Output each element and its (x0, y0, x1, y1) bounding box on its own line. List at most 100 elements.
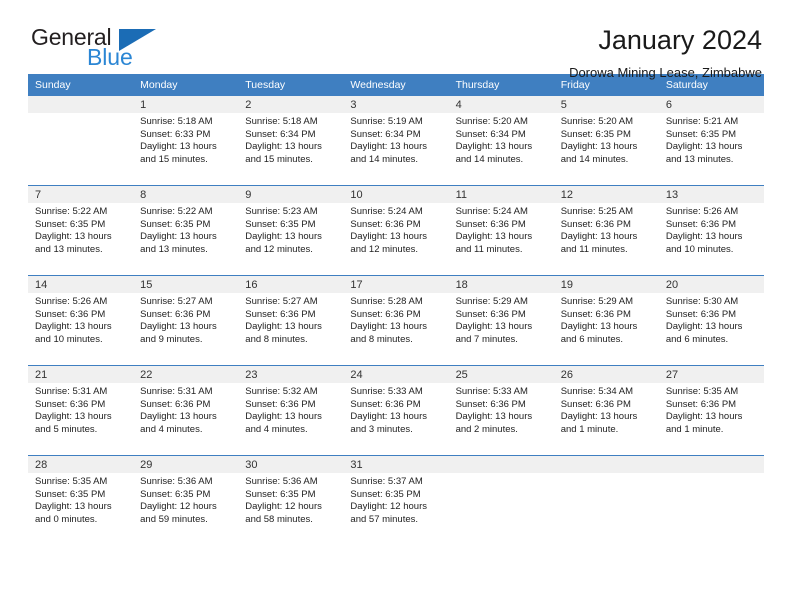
sunset-time: Sunset: 6:35 PM (350, 488, 421, 500)
day-details: Sunrise: 5:23 AM Sunset: 6:35 PM Daylight:… (238, 203, 343, 256)
calendar-day-cell[interactable]: 15 Sunrise: 5:27 AM Sunset: 6:36 PM Dayligh… (133, 276, 239, 365)
calendar-day-cell[interactable]: 20 Sunrise: 5:30 AM Sunset: 6:36 PM Dayligh… (658, 276, 764, 365)
daylight-duration-line2: and 11 minutes. (455, 243, 523, 255)
calendar-day-cell[interactable]: 8 Sunrise: 5:22 AM Sunset: 6:35 PM Daylight… (133, 186, 239, 275)
sunrise-time: Sunrise: 5:34 AM (560, 386, 634, 397)
day-details: Sunrise: 5:33 AM Sunset: 6:36 PM Daylight:… (343, 383, 448, 436)
daylight-duration-line2: and 14 minutes. (455, 153, 524, 165)
sunset-time: Sunset: 6:36 PM (665, 218, 737, 230)
calendar-day-cell[interactable]: 7 Sunrise: 5:22 AM Sunset: 6:35 PM Daylight… (28, 186, 134, 275)
calendar-day-cell[interactable]: 27 Sunrise: 5:35 AM Sunset: 6:36 PM Dayligh… (658, 366, 764, 455)
calendar-day-cell[interactable]: 2 Sunrise: 5:18 AM Sunset: 6:34 PM Daylight… (238, 96, 344, 185)
calendar-day-cell[interactable]: 18 Sunrise: 5:29 AM Sunset: 6:36 PM Dayligh… (448, 276, 554, 365)
calendar-day-cell[interactable]: 23 Sunrise: 5:32 AM Sunset: 6:36 PM Dayligh… (238, 366, 344, 455)
daylight-duration-line1: Daylight: 13 hours (35, 411, 112, 423)
calendar-day-cell[interactable]: 10 Sunrise: 5:24 AM Sunset: 6:36 PM Dayligh… (343, 186, 449, 275)
calendar-day-cell[interactable]: 16 Sunrise: 5:27 AM Sunset: 6:36 PM Dayligh… (238, 276, 344, 365)
sunrise-time: Sunrise: 5:31 AM (140, 386, 213, 397)
calendar-week-row: 21 Sunrise: 5:31 AM Sunset: 6:36 PM Dayligh… (28, 365, 764, 456)
calendar-day-cell[interactable]: 4 Sunrise: 5:20 AM Sunset: 6:34 PM Daylight… (448, 96, 554, 185)
sunrise-time: Sunrise: 5:33 AM (455, 386, 528, 397)
day-number: 1 (133, 96, 239, 113)
daylight-duration-line2: and 15 minutes. (140, 153, 208, 165)
day-details: Sunrise: 5:29 AM Sunset: 6:36 PM Daylight:… (554, 293, 659, 346)
calendar-day-cell[interactable]: 22 Sunrise: 5:31 AM Sunset: 6:36 PM Dayligh… (133, 366, 239, 455)
sunrise-time: Sunrise: 5:18 AM (245, 116, 318, 127)
sunset-time: Sunset: 6:35 PM (245, 488, 316, 500)
sunset-time: Sunset: 6:36 PM (140, 308, 211, 320)
sunset-time: Sunset: 6:36 PM (560, 398, 631, 410)
calendar-day-cell[interactable]: 19 Sunrise: 5:29 AM Sunset: 6:36 PM Dayligh… (553, 276, 659, 365)
day-number: 10 (343, 186, 449, 203)
calendar-day-cell[interactable]: 14 Sunrise: 5:26 AM Sunset: 6:36 PM Dayligh… (28, 276, 134, 365)
daylight-duration-line2: and 14 minutes. (560, 153, 629, 165)
day-number: 15 (133, 276, 239, 293)
daylight-duration-line1: Daylight: 13 hours (245, 321, 322, 333)
sunrise-time: Sunrise: 5:29 AM (560, 296, 634, 307)
brand-logo[interactable]: General Blue (28, 26, 168, 74)
sunset-time: Sunset: 6:34 PM (455, 128, 526, 140)
day-number: 11 (448, 186, 554, 203)
calendar-day-cell[interactable]: 26 Sunrise: 5:34 AM Sunset: 6:36 PM Dayligh… (553, 366, 659, 455)
day-number: 16 (238, 276, 344, 293)
calendar-day-cell[interactable]: 24 Sunrise: 5:33 AM Sunset: 6:36 PM Dayligh… (343, 366, 449, 455)
daylight-duration-line1: Daylight: 13 hours (455, 231, 533, 243)
daylight-duration-line2: and 2 minutes. (455, 423, 518, 435)
day-number: 21 (28, 366, 134, 383)
day-number: 23 (238, 366, 344, 383)
daylight-duration-line2: and 14 minutes. (350, 153, 419, 165)
sunset-time: Sunset: 6:34 PM (245, 128, 316, 140)
day-details: Sunrise: 5:35 AM Sunset: 6:35 PM Daylight:… (28, 473, 133, 526)
day-number: 17 (343, 276, 449, 293)
brand-name-blue: Blue (87, 44, 133, 70)
calendar-day-cell[interactable]: 11 Sunrise: 5:24 AM Sunset: 6:36 PM Dayligh… (448, 186, 554, 275)
calendar-week-row: 7 Sunrise: 5:22 AM Sunset: 6:35 PM Daylight… (28, 185, 764, 276)
sunset-time: Sunset: 6:35 PM (35, 218, 106, 230)
sunrise-time: Sunrise: 5:20 AM (455, 116, 528, 127)
calendar-day-cell[interactable]: 30 Sunrise: 5:36 AM Sunset: 6:35 PM Dayligh… (238, 456, 344, 545)
day-number: 26 (553, 366, 659, 383)
weekday-header-sunday: Sunday (28, 74, 134, 96)
sunrise-time: Sunrise: 5:26 AM (665, 206, 739, 217)
day-details: Sunrise: 5:20 AM Sunset: 6:35 PM Daylight:… (554, 113, 659, 166)
day-number: 13 (658, 186, 764, 203)
weekday-header-monday: Monday (133, 74, 239, 96)
calendar-day-cell[interactable]: 17 Sunrise: 5:28 AM Sunset: 6:36 PM Dayligh… (343, 276, 449, 365)
day-details: Sunrise: 5:27 AM Sunset: 6:36 PM Daylight:… (238, 293, 343, 346)
calendar-day-cell[interactable]: 28 Sunrise: 5:35 AM Sunset: 6:35 PM Dayligh… (28, 456, 134, 545)
day-number: 8 (133, 186, 239, 203)
sunrise-time: Sunrise: 5:27 AM (140, 296, 213, 307)
daylight-duration-line2: and 12 minutes. (350, 243, 419, 255)
daylight-duration-line1: Daylight: 13 hours (350, 411, 427, 423)
day-details: Sunrise: 5:28 AM Sunset: 6:36 PM Daylight:… (343, 293, 448, 346)
daylight-duration-line2: and 3 minutes. (350, 423, 413, 435)
day-details: Sunrise: 5:31 AM Sunset: 6:36 PM Daylight:… (28, 383, 133, 436)
calendar-day-cell[interactable]: 9 Sunrise: 5:23 AM Sunset: 6:35 PM Daylight… (238, 186, 344, 275)
sunrise-time: Sunrise: 5:33 AM (350, 386, 423, 397)
sunset-time: Sunset: 6:36 PM (455, 218, 526, 230)
calendar-day-cell[interactable]: 5 Sunrise: 5:20 AM Sunset: 6:35 PM Daylight… (553, 96, 659, 185)
daylight-duration-line1: Daylight: 13 hours (245, 231, 322, 243)
calendar-day-cell[interactable]: 1 Sunrise: 5:18 AM Sunset: 6:33 PM Daylight… (133, 96, 239, 185)
calendar-day-cell[interactable]: 29 Sunrise: 5:36 AM Sunset: 6:35 PM Dayligh… (133, 456, 239, 545)
daylight-duration-line2: and 1 minute. (560, 423, 619, 435)
calendar-day-cell[interactable]: 31 Sunrise: 5:37 AM Sunset: 6:35 PM Dayligh… (343, 456, 449, 545)
daylight-duration-line2: and 10 minutes. (35, 333, 103, 345)
daylight-duration-line1: Daylight: 13 hours (245, 141, 322, 153)
calendar-day-cell[interactable]: 3 Sunrise: 5:19 AM Sunset: 6:34 PM Daylight… (343, 96, 449, 185)
sunset-time: Sunset: 6:36 PM (35, 308, 106, 320)
sunrise-time: Sunrise: 5:23 AM (245, 206, 318, 217)
calendar-day-cell[interactable]: 6 Sunrise: 5:21 AM Sunset: 6:35 PM Daylight… (658, 96, 764, 185)
calendar-day-cell[interactable]: 12 Sunrise: 5:25 AM Sunset: 6:36 PM Dayligh… (553, 186, 659, 275)
daylight-duration-line1: Daylight: 13 hours (35, 501, 112, 513)
sunrise-time: Sunrise: 5:29 AM (455, 296, 528, 307)
daylight-duration-line2: and 13 minutes. (140, 243, 208, 255)
daylight-duration-line1: Daylight: 13 hours (455, 321, 533, 333)
day-number: 29 (133, 456, 239, 473)
calendar-day-cell[interactable]: 21 Sunrise: 5:31 AM Sunset: 6:36 PM Dayligh… (28, 366, 134, 455)
calendar-day-cell[interactable]: 25 Sunrise: 5:33 AM Sunset: 6:36 PM Dayligh… (448, 366, 554, 455)
day-number: 3 (343, 96, 449, 113)
day-number: 24 (343, 366, 449, 383)
calendar-day-cell[interactable]: 13 Sunrise: 5:26 AM Sunset: 6:36 PM Dayligh… (658, 186, 764, 275)
sunset-time: Sunset: 6:36 PM (245, 308, 316, 320)
